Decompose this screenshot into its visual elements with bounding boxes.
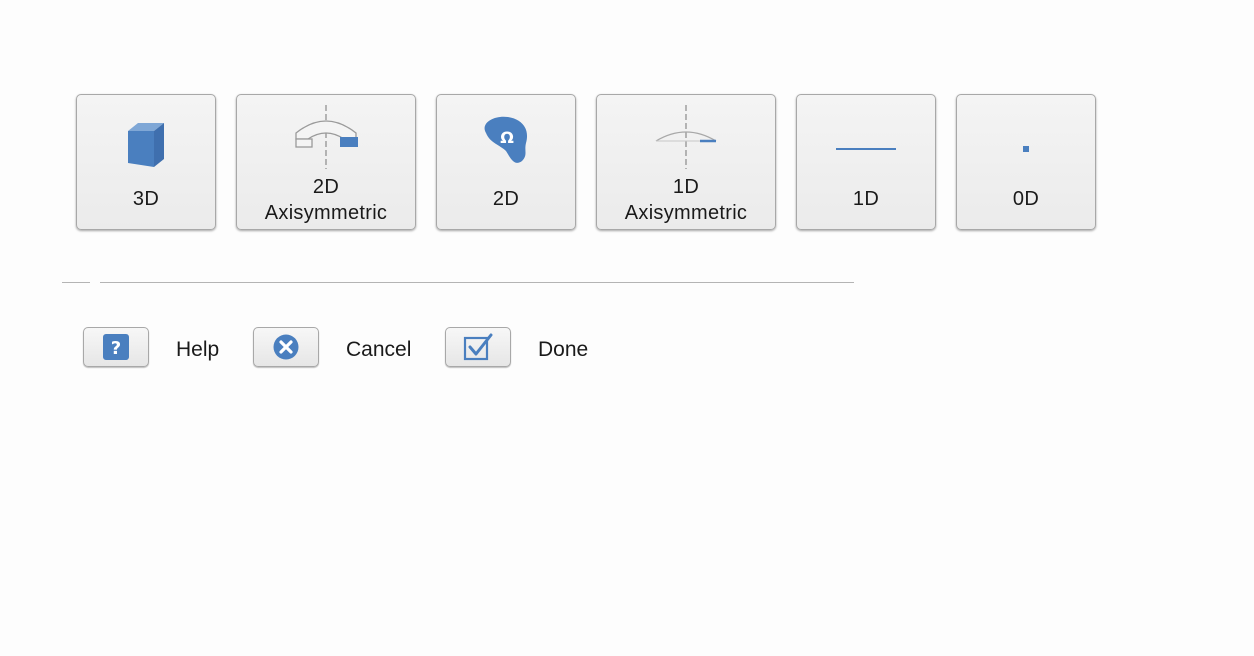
- help-label[interactable]: Help: [176, 337, 219, 363]
- dimension-label-line2: Axisymmetric: [624, 202, 748, 224]
- dimension-2d-button[interactable]: Ω 2D: [436, 94, 576, 230]
- dimension-3d-button[interactable]: 3D: [76, 94, 216, 230]
- dimension-label: 1D: [852, 188, 880, 210]
- dimension-label: 2D Axisymmetric: [237, 174, 415, 226]
- line-icon: [830, 105, 902, 169]
- close-icon: [273, 334, 299, 360]
- dimension-1d-button[interactable]: 1D: [796, 94, 936, 230]
- help-button[interactable]: ?: [83, 327, 149, 367]
- omega-glyph: Ω: [500, 128, 514, 147]
- dimension-1d-axisymmetric-button[interactable]: 1D Axisymmetric: [596, 94, 776, 230]
- dimension-label: 3D: [132, 188, 160, 210]
- cancel-label[interactable]: Cancel: [346, 337, 411, 363]
- cancel-button[interactable]: [253, 327, 319, 367]
- half-ring-axis-icon: [290, 105, 362, 169]
- dimension-label-line1: 2D: [312, 176, 340, 198]
- dimension-label-line1: 1D: [672, 176, 700, 198]
- action-bar: ? Help Cancel Done: [0, 327, 700, 369]
- dimension-2d-axisymmetric-button[interactable]: 2D Axisymmetric: [236, 94, 416, 230]
- dimension-label: 2D: [492, 188, 520, 210]
- dimension-label-line2: Axisymmetric: [264, 202, 388, 224]
- dimension-0d-button[interactable]: 0D: [956, 94, 1096, 230]
- omega-domain-icon: Ω: [470, 105, 542, 169]
- cube-icon: [110, 105, 182, 169]
- separator: [100, 282, 854, 283]
- question-icon: ?: [103, 334, 129, 360]
- point-icon: [990, 105, 1062, 169]
- arc-axis-icon: [650, 105, 722, 169]
- done-button[interactable]: [445, 327, 511, 367]
- space-dimension-buttons: 3D 2D Axisymmetric Ω 2D 1D Axisymmetric …: [76, 94, 1096, 230]
- separator-short: [62, 282, 90, 283]
- done-label[interactable]: Done: [538, 337, 588, 363]
- space-dimension-dialog: 3D 2D Axisymmetric Ω 2D 1D Axisymmetric …: [0, 0, 1254, 656]
- checkbox-icon: [463, 333, 493, 361]
- dimension-label: 1D Axisymmetric: [597, 174, 775, 226]
- question-glyph: ?: [111, 338, 121, 359]
- dimension-label: 0D: [1012, 188, 1040, 210]
